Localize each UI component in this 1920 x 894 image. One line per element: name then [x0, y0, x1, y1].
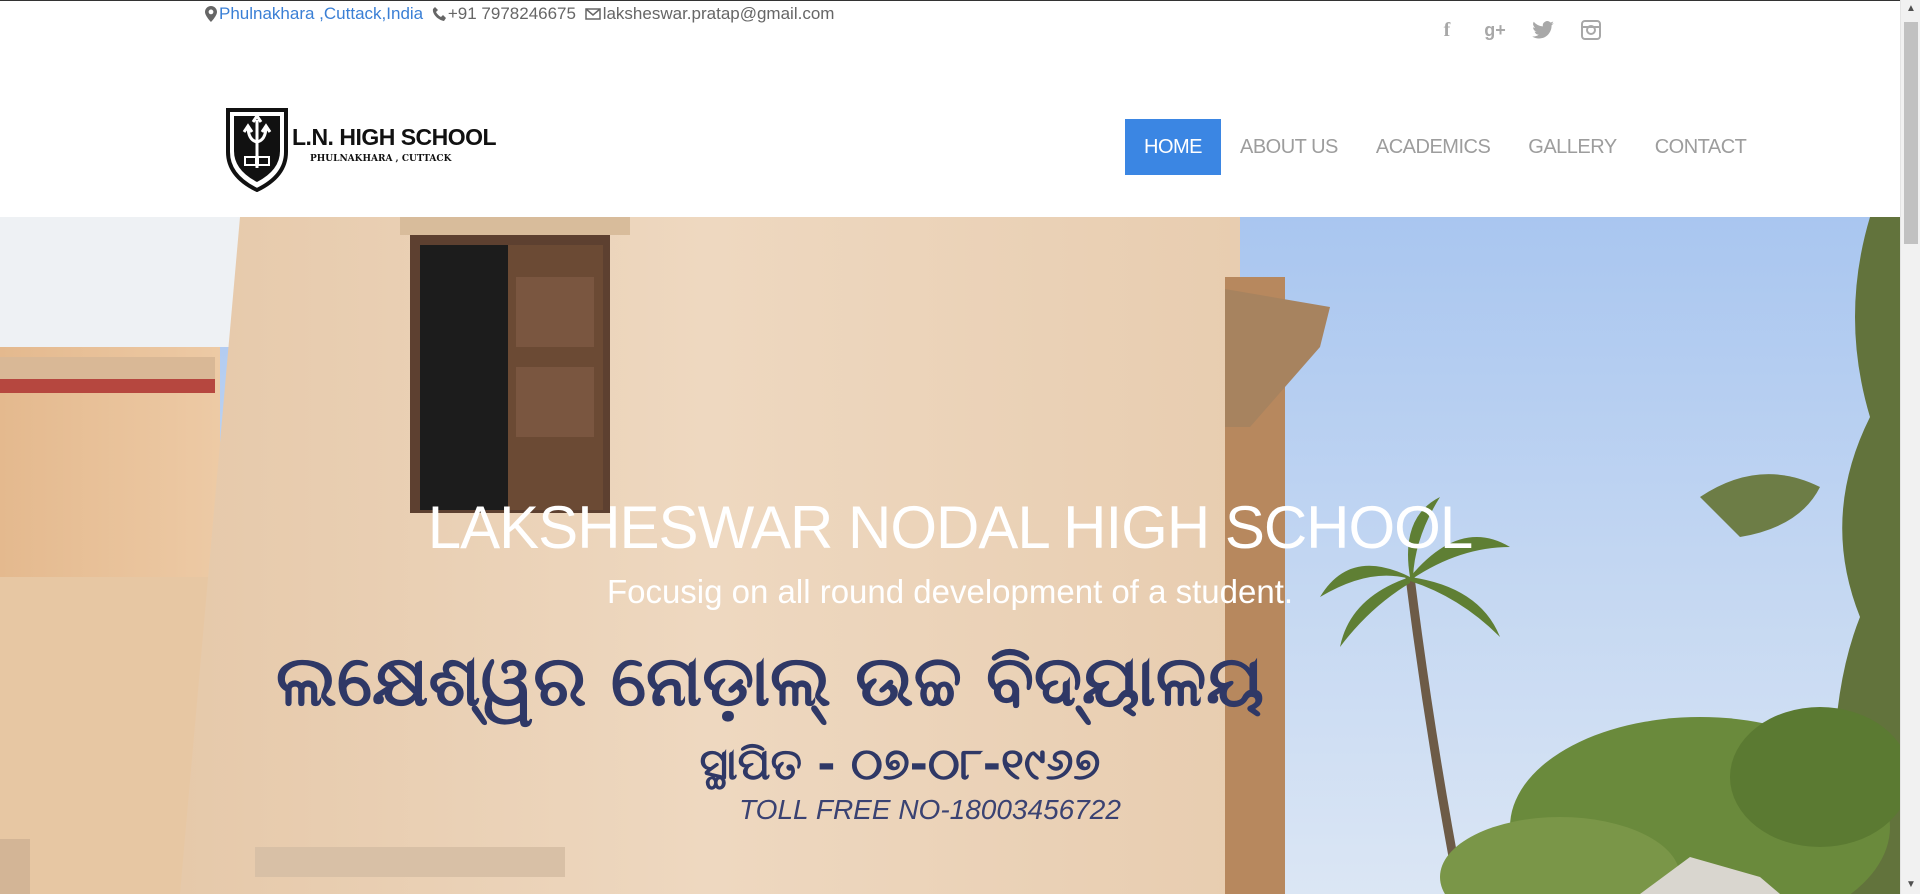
- location-text[interactable]: Phulnakhara ,Cuttack,India: [219, 4, 423, 24]
- social-links: f g+: [1436, 18, 1602, 42]
- facebook-icon[interactable]: f: [1436, 18, 1458, 42]
- logo-subtitle: PHULNAKHARA , CUTTACK: [310, 154, 452, 164]
- wall-text-line2: ସ୍ଥାପିତ - ୦୭-୦୮-୧୯୬୭: [700, 739, 1101, 790]
- hero-subtitle: Focusig on all round development of a st…: [606, 573, 1294, 610]
- nav-academics[interactable]: ACADEMICS: [1357, 119, 1509, 175]
- phone-item: +91 7978246675: [432, 4, 576, 24]
- email-text[interactable]: laksheswar.pratap@gmail.com: [603, 4, 835, 24]
- main-nav: HOME ABOUT US ACADEMICS GALLERY CONTACT: [1125, 119, 1765, 175]
- google-plus-icon[interactable]: g+: [1484, 18, 1506, 42]
- location-link[interactable]: Phulnakhara ,Cuttack,India: [205, 4, 423, 24]
- scroll-up-arrow-icon[interactable]: ▲: [1901, 0, 1920, 18]
- hero-banner: ଲକ୍ଷେଶ୍ୱର ନୋଡ଼ାଲ୍ ଉଚ୍ଚ ବିଦ୍ୟାଳୟ ସ୍ଥାପିତ …: [0, 217, 1900, 894]
- toll-free-text: TOLL FREE NO-18003456722: [739, 794, 1121, 825]
- nav-gallery[interactable]: GALLERY: [1509, 119, 1635, 175]
- scroll-down-arrow-icon[interactable]: ▼: [1901, 876, 1920, 894]
- contact-bar: Phulnakhara ,Cuttack,India +91 797824667…: [205, 4, 838, 27]
- top-border: [0, 0, 1900, 1]
- nav-home[interactable]: HOME: [1125, 119, 1221, 175]
- logo-title: L.N. HIGH SCHOOL: [292, 124, 497, 150]
- instagram-icon[interactable]: [1580, 18, 1602, 42]
- phone-icon: [432, 7, 446, 21]
- wall-text-line1: ଲକ୍ଷେଶ୍ୱର ନୋଡ଼ାଲ୍ ଉଚ୍ଚ ବିଦ୍ୟାଳୟ: [276, 640, 1264, 728]
- shield-emblem-icon: [226, 108, 288, 192]
- map-marker-icon: [205, 6, 217, 22]
- scrollbar-thumb[interactable]: [1904, 22, 1918, 244]
- envelope-icon: [584, 8, 601, 20]
- phone-text: +91 7978246675: [447, 4, 576, 23]
- hero-title: LAKSHESWAR NODAL HIGH SCHOOL: [427, 494, 1473, 561]
- page-scrollbar[interactable]: ▲ ▼: [1900, 0, 1920, 894]
- school-logo[interactable]: L.N. HIGH SCHOOL PHULNAKHARA , CUTTACK: [224, 106, 497, 192]
- nav-contact[interactable]: CONTACT: [1636, 119, 1766, 175]
- twitter-icon[interactable]: [1532, 18, 1554, 42]
- nav-about-us[interactable]: ABOUT US: [1221, 119, 1357, 175]
- email-item[interactable]: laksheswar.pratap@gmail.com: [584, 4, 835, 24]
